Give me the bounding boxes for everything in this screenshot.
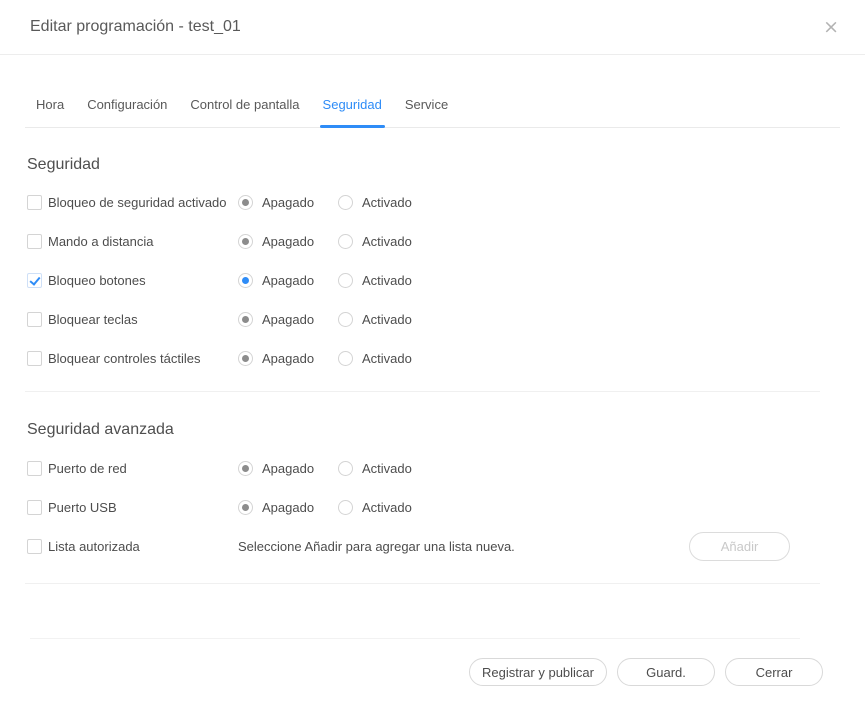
radio-circle-icon [338, 351, 353, 366]
checkbox-lista-autorizada[interactable] [27, 539, 42, 554]
radio-label: Activado [362, 273, 412, 288]
add-button[interactable]: Añadir [689, 532, 790, 561]
radio-label: Apagado [262, 461, 314, 476]
radio-circle-icon [238, 351, 253, 366]
section-divider [25, 391, 820, 392]
radio-activado[interactable]: Activado [338, 273, 412, 288]
radio-circle-icon [338, 500, 353, 515]
footer-divider [30, 638, 800, 639]
checkbox-bloqueo-botones[interactable] [27, 273, 42, 288]
checkbox-bloqueo-seguridad[interactable] [27, 195, 42, 210]
radio-apagado[interactable]: Apagado [238, 351, 338, 366]
checkbox-bloquear-teclas[interactable] [27, 312, 42, 327]
tab-hora[interactable]: Hora [35, 97, 65, 127]
radio-activado[interactable]: Activado [338, 461, 412, 476]
tab-seguridad[interactable]: Seguridad [322, 97, 383, 127]
radio-label: Activado [362, 500, 412, 515]
radio-circle-icon [238, 195, 253, 210]
row-bloqueo-seguridad: Bloqueo de seguridad activado Apagado Ac… [25, 183, 840, 222]
row-puerto-usb: Puerto USB Apagado Activado [25, 488, 840, 527]
row-label: Bloquear teclas [48, 312, 238, 327]
row-lista-autorizada: Lista autorizada Seleccione Añadir para … [25, 527, 840, 566]
row-mando-distancia: Mando a distancia Apagado Activado [25, 222, 840, 261]
radio-circle-icon [338, 273, 353, 288]
allowlist-hint: Seleccione Añadir para agregar una lista… [238, 539, 515, 554]
radio-circle-icon [338, 195, 353, 210]
checkbox-puerto-usb[interactable] [27, 500, 42, 515]
radio-apagado[interactable]: Apagado [238, 312, 338, 327]
row-bloqueo-botones: Bloqueo botones Apagado Activado [25, 261, 840, 300]
radio-label: Activado [362, 312, 412, 327]
dialog-title: Editar programación - test_01 [30, 18, 241, 36]
radio-apagado[interactable]: Apagado [238, 234, 338, 249]
radio-activado[interactable]: Activado [338, 234, 412, 249]
radio-apagado[interactable]: Apagado [238, 461, 338, 476]
radio-label: Apagado [262, 500, 314, 515]
radio-label: Activado [362, 195, 412, 210]
radio-circle-icon [238, 273, 253, 288]
row-label: Mando a distancia [48, 234, 238, 249]
row-label: Puerto de red [48, 461, 238, 476]
radio-label: Apagado [262, 273, 314, 288]
section-divider [25, 583, 820, 584]
radio-circle-icon [238, 461, 253, 476]
radio-activado[interactable]: Activado [338, 312, 412, 327]
radio-label: Apagado [262, 195, 314, 210]
dialog-body: Hora Configuración Control de pantalla S… [0, 97, 865, 686]
radio-apagado[interactable]: Apagado [238, 195, 338, 210]
tab-bar: Hora Configuración Control de pantalla S… [25, 97, 840, 128]
close-button[interactable]: Cerrar [725, 658, 823, 686]
tab-service[interactable]: Service [404, 97, 449, 127]
radio-label: Activado [362, 461, 412, 476]
radio-label: Apagado [262, 234, 314, 249]
row-bloquear-controles-tactiles: Bloquear controles táctiles Apagado Acti… [25, 339, 840, 378]
radio-apagado[interactable]: Apagado [238, 273, 338, 288]
checkbox-bloquear-controles-tactiles[interactable] [27, 351, 42, 366]
row-bloquear-teclas: Bloquear teclas Apagado Activado [25, 300, 840, 339]
radio-activado[interactable]: Activado [338, 351, 412, 366]
register-publish-button[interactable]: Registrar y publicar [469, 658, 607, 686]
radio-apagado[interactable]: Apagado [238, 500, 338, 515]
radio-circle-icon [338, 234, 353, 249]
radio-label: Apagado [262, 312, 314, 327]
radio-activado[interactable]: Activado [338, 195, 412, 210]
row-label: Bloqueo de seguridad activado [48, 195, 238, 210]
radio-circle-icon [238, 234, 253, 249]
section-title-seguridad: Seguridad [27, 156, 840, 174]
radio-circle-icon [338, 461, 353, 476]
radio-label: Apagado [262, 351, 314, 366]
radio-activado[interactable]: Activado [338, 500, 412, 515]
section-title-seguridad-avanzada: Seguridad avanzada [27, 421, 840, 439]
row-label: Puerto USB [48, 500, 238, 515]
radio-label: Activado [362, 351, 412, 366]
row-puerto-red: Puerto de red Apagado Activado [25, 449, 840, 488]
radio-circle-icon [338, 312, 353, 327]
radio-circle-icon [238, 312, 253, 327]
tab-configuracion[interactable]: Configuración [86, 97, 168, 127]
dialog-header: Editar programación - test_01 × [0, 0, 865, 55]
footer-buttons: Registrar y publicar Guard. Cerrar [25, 658, 840, 686]
save-button[interactable]: Guard. [617, 658, 715, 686]
row-label: Bloquear controles táctiles [48, 351, 238, 366]
close-icon[interactable]: × [823, 18, 839, 37]
tab-control-de-pantalla[interactable]: Control de pantalla [189, 97, 300, 127]
edit-schedule-dialog: Editar programación - test_01 × Hora Con… [0, 0, 865, 686]
row-label: Lista autorizada [48, 539, 238, 554]
checkbox-mando-distancia[interactable] [27, 234, 42, 249]
radio-circle-icon [238, 500, 253, 515]
radio-label: Activado [362, 234, 412, 249]
row-label: Bloqueo botones [48, 273, 238, 288]
checkbox-puerto-red[interactable] [27, 461, 42, 476]
